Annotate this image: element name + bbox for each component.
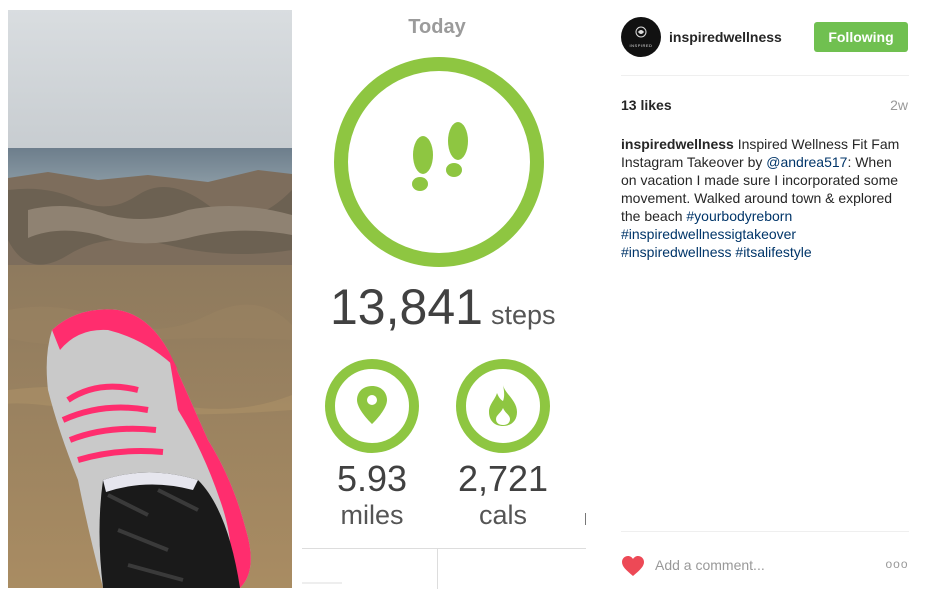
post-sidebar: INSPIRED inspiredwellness Following 13 l… xyxy=(605,0,928,597)
header-divider xyxy=(621,75,909,76)
beach-shoe-photo xyxy=(8,10,292,588)
likes-count[interactable]: 13 likes xyxy=(621,97,672,113)
post-caption: inspiredwellness Inspired Wellness Fit F… xyxy=(621,135,909,261)
footprints-icon xyxy=(412,122,468,191)
steps-unit: steps xyxy=(490,300,556,330)
calories-value: 2,721 xyxy=(457,458,549,499)
steps-ring xyxy=(334,57,544,267)
activity-tracker-image: Today 13,841 steps 5.93 miles 2,721 cals xyxy=(302,0,586,597)
steps-value: 13,841 xyxy=(330,279,483,335)
comment-divider xyxy=(621,531,909,532)
map-pin-icon xyxy=(357,386,387,424)
tracker-divider xyxy=(302,548,586,549)
scroll-indicator xyxy=(585,513,586,525)
username-link[interactable]: inspiredwellness xyxy=(669,29,782,45)
brand-logo-icon xyxy=(635,26,647,38)
tracker-faint-mark xyxy=(302,582,342,584)
tracker-column-divider xyxy=(437,549,438,589)
today-label: Today xyxy=(408,16,466,38)
hashtag-link[interactable]: #inspiredwellness xyxy=(621,244,732,260)
distance-ring xyxy=(325,359,419,453)
caption-username[interactable]: inspiredwellness xyxy=(621,136,734,152)
hashtag-link[interactable]: #itsalifestyle xyxy=(735,244,811,260)
calories-ring xyxy=(456,359,550,453)
post-photo xyxy=(8,10,292,588)
avatar[interactable]: INSPIRED xyxy=(621,17,661,57)
more-options-icon[interactable]: ooo xyxy=(883,557,911,571)
calories-unit: cals xyxy=(478,500,527,530)
flame-icon xyxy=(489,385,517,426)
avatar-text: INSPIRED xyxy=(629,43,653,48)
heart-icon[interactable] xyxy=(621,555,645,577)
mention-link[interactable]: @andrea517 xyxy=(766,154,847,170)
hashtag-link[interactable]: #yourbodyreborn xyxy=(686,208,792,224)
distance-value: 5.93 xyxy=(336,458,408,499)
hashtag-link[interactable]: #inspiredwellnessigtakeover xyxy=(621,226,796,242)
following-button[interactable]: Following xyxy=(814,22,908,52)
post-age[interactable]: 2w xyxy=(890,97,908,113)
steps-readout: 13,841 steps xyxy=(330,278,590,336)
distance-unit: miles xyxy=(340,500,404,530)
comment-input[interactable] xyxy=(655,554,865,576)
